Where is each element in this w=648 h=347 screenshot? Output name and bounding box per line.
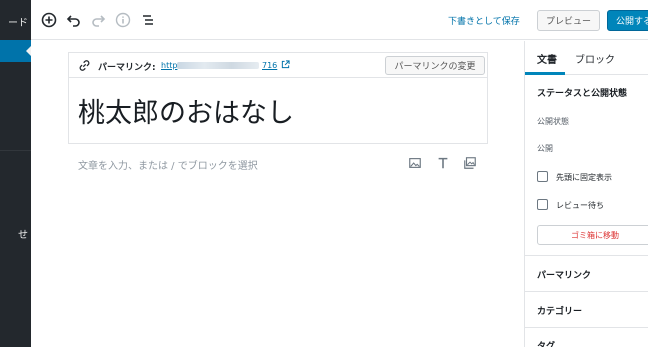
post-title-input[interactable]: 桃太郎のおはなし (78, 91, 294, 130)
pending-review-label: レビュー待ち (556, 201, 604, 210)
status-panel-heading[interactable]: ステータスと公開状態 (537, 86, 627, 99)
heading-block-icon[interactable] (436, 156, 450, 170)
list-icon (143, 15, 153, 25)
pending-review-checkbox[interactable] (537, 199, 548, 210)
undo-icon (66, 15, 80, 27)
redo-icon (92, 15, 106, 27)
image-block-icon[interactable] (408, 156, 422, 170)
block-appender-placeholder[interactable]: 文章を入力、または / でブロックを選択 (78, 157, 258, 172)
sticky-label: 先頭に固定表示 (556, 173, 612, 182)
admin-menu-dashboard[interactable]: ード (0, 14, 31, 29)
undo-button[interactable] (64, 10, 84, 30)
tab-block[interactable]: ブロック (575, 51, 615, 66)
external-link-icon (281, 60, 290, 69)
save-draft-button[interactable]: 下書きとして保存 (448, 14, 520, 27)
categories-panel-heading[interactable]: カテゴリー (537, 304, 582, 317)
move-to-trash-button[interactable]: ゴミ箱に移動 (537, 225, 648, 245)
settings-sidebar: 文書 ブロック ステータスと公開状態 公開状態 公開 先頭に固定表示 レビュー待… (524, 41, 648, 347)
permalink-url-id[interactable]: 716 (262, 61, 277, 70)
info-button[interactable] (113, 10, 133, 30)
sticky-checkbox[interactable] (537, 171, 548, 182)
section-divider (525, 291, 648, 292)
redo-button[interactable] (88, 10, 108, 30)
admin-divider (0, 150, 31, 151)
gallery-block-icon[interactable] (463, 156, 477, 170)
publish-label: 公開 (537, 144, 553, 153)
change-permalink-button[interactable]: パーマリンクの変更 (385, 56, 485, 75)
add-block-button[interactable] (39, 10, 59, 30)
admin-menu-settings[interactable]: せ (0, 226, 31, 241)
visibility-label: 公開状態 (537, 117, 569, 126)
editor-toolbar: 下書きとして保存 プレビュー 公開する (31, 0, 648, 40)
tab-document[interactable]: 文書 (537, 51, 557, 66)
section-divider (525, 327, 648, 328)
admin-sidebar: ード せ (0, 0, 31, 347)
sidebar-tabs: 文書 ブロック (525, 41, 648, 75)
permalink-url-blurred (177, 62, 259, 69)
section-divider (525, 255, 648, 256)
permalink-panel-heading[interactable]: パーマリンク (537, 268, 591, 281)
active-tab-indicator (525, 72, 565, 75)
permalink-label: パーマリンク: (98, 63, 156, 73)
tags-panel-heading[interactable]: タグ (537, 339, 555, 347)
link-icon (79, 60, 90, 71)
publish-button[interactable]: 公開する (607, 10, 648, 31)
info-icon (115, 12, 131, 28)
permalink-url[interactable]: http (161, 61, 177, 70)
preview-button[interactable]: プレビュー (537, 10, 600, 31)
block-navigation-button[interactable] (138, 10, 158, 30)
admin-menu-posts-active[interactable] (0, 40, 31, 62)
permalink-bar: パーマリンク: http 716 パーマリンクの変更 (69, 53, 487, 78)
title-block: パーマリンク: http 716 パーマリンクの変更 桃太郎のおはなし (68, 52, 488, 144)
editor-canvas: パーマリンク: http 716 パーマリンクの変更 桃太郎のおはなし 文章を入… (31, 41, 524, 347)
gutenberg-editor: ード せ 下書きとして保存 プレビュー 公開する パーマリンク: (0, 0, 648, 347)
plus-circle-icon (41, 12, 57, 28)
